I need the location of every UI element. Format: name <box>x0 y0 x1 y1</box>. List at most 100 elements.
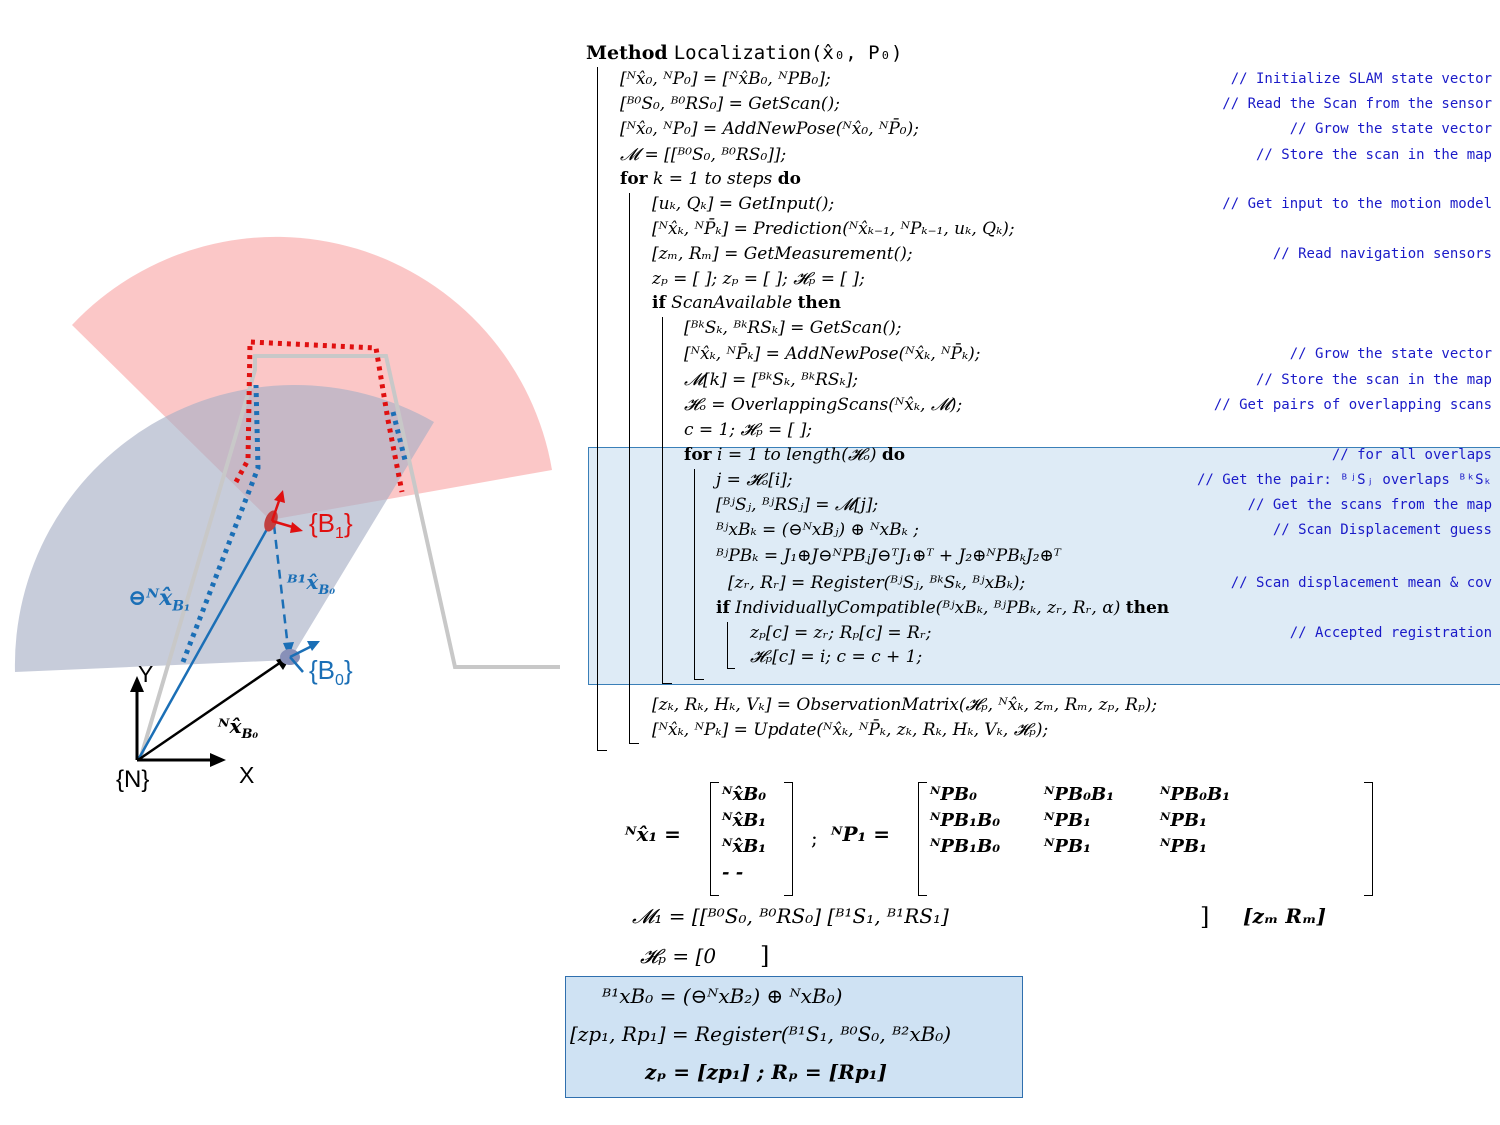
for-k-scope-bar <box>629 193 630 743</box>
keyword: do <box>881 445 906 465</box>
for-i-scope-bar <box>694 469 695 679</box>
for-k-scope-foot <box>629 743 639 744</box>
statement-text: zₚ = [ ]; zₚ = [ ]; 𝓗ₚ = [ ]; <box>652 269 865 289</box>
statement-text: [ᴮ⁰S₀, ᴮ⁰RS₀] = GetScan(); <box>620 94 840 114</box>
statement-text: [zᵣ, Rᵣ] = Register(ᴮʲSⱼ, ᴮᵏSₖ, ᴮʲxBₖ); <box>728 573 1026 593</box>
if-compat-scope-foot <box>727 668 735 669</box>
x1-vector-entry: ᴺx̂B₁ <box>722 836 767 857</box>
blue-fov-sector <box>14 385 435 672</box>
keyword: then <box>797 293 841 313</box>
algorithm-line: 𝓜 = [[ᴮ⁰S₀, ᴮ⁰RS₀]]; <box>620 144 786 166</box>
algorithm-line: for i = 1 to length(𝓗ₒ) do <box>684 444 905 466</box>
algorithm-comment: // Grow the state vector <box>1289 121 1492 137</box>
statement-text: i = 1 to length(𝓗ₒ) <box>711 445 882 465</box>
statement-text: [ᴺx̂ₖ, ᴺPₖ] = Update(ᴺx̂ₖ, ᴺP̄ₖ, zₖ, Rₖ,… <box>652 720 1049 740</box>
x1-p1-separator: ; <box>811 826 818 850</box>
statement-text: [ᴮᵏSₖ, ᴮᵏRSₖ] = GetScan(); <box>684 318 902 338</box>
statement-text: ᴮʲPBₖ = J₁⊕J⊖ᴺPBⱼJ⊖ᵀJ₁⊕ᵀ + J₂⊕ᴺPBₖJ₂⊕ᵀ <box>716 546 1061 566</box>
algorithm-comment: // Read the Scan from the sensor <box>1222 96 1492 112</box>
algorithm-comment: // Scan displacement mean & cov <box>1230 575 1492 591</box>
algorithm-line: [ᴮᵏSₖ, ᴮᵏRSₖ] = GetScan(); <box>684 317 901 339</box>
algorithm-line: [zᵣ, Rᵣ] = Register(ᴮʲSⱼ, ᴮᵏSₖ, ᴮʲxBₖ); <box>728 572 1025 594</box>
algorithm-comment: // Grow the state vector <box>1289 346 1492 362</box>
method-scope-bar <box>597 67 598 750</box>
algorithm-comment: // Get pairs of overlapping scans <box>1213 397 1492 413</box>
statement-text: [uₖ, Qₖ] = GetInput(); <box>652 194 835 214</box>
algorithm-comment: // Store the scan in the map <box>1255 147 1492 163</box>
map-m1-close-bracket: ] <box>1200 903 1210 931</box>
frame-b1-label: {B1} <box>309 508 353 543</box>
algorithm-line: [ᴺx̂ₖ, ᴺPₖ] = Update(ᴺx̂ₖ, ᴺP̄ₖ, zₖ, Rₖ,… <box>652 719 1048 741</box>
statement-text: j = 𝓗ₒ[i]; <box>716 470 793 490</box>
algorithm-line: [ᴺx̂ₖ, ᴺP̄ₖ] = AddNewPose(ᴺx̂ₖ, ᴺP̄ₖ); <box>684 343 981 365</box>
statement-text: k = 1 to steps <box>647 169 778 189</box>
hp-close-bracket: ] <box>760 942 770 970</box>
map-m1-equation: 𝓜₁ = [[ᴮ⁰S₀, ᴮ⁰RS₀] [ᴮ¹S₁, ᴮ¹RS₁] <box>632 904 949 928</box>
keyword: do <box>777 169 801 189</box>
keyword: if <box>716 598 730 618</box>
statement-text: [zₖ, Rₖ, Hₖ, Vₖ] = ObservationMatrix(𝓗ₚ,… <box>652 695 1158 715</box>
algorithm-line: 𝓗ₒ = OverlappingScans(ᴺx̂ₖ, 𝓜); <box>684 394 962 416</box>
frame-n-label: {N} <box>116 766 150 793</box>
algorithm-line: [ᴺx̂ₖ, ᴺP̄ₖ] = Prediction(ᴺx̂ₖ₋₁, ᴺPₖ₋₁,… <box>652 218 1015 240</box>
box-register-equation: [zp₁, Rp₁] = Register(ᴮ¹S₁, ᴮ⁰S₀, ᴮ²xB₀) <box>570 1022 952 1046</box>
vector-inverse-label: ⊖ᴺx̂B₁ <box>128 585 191 615</box>
statement-text: [ᴺx̂₀, ᴺP₀] = [ᴺx̂B₀, ᴺPB₀]; <box>620 69 831 89</box>
p1-matrix-cell: ᴺPB₁B₀ <box>930 836 1001 857</box>
x-axis-label: X <box>239 762 255 788</box>
algorithm-comment: // Get the pair: ᴮʲSⱼ overlaps ᴮᵏSₖ <box>1196 472 1492 488</box>
algorithm-line: [zₖ, Rₖ, Hₖ, Vₖ] = ObservationMatrix(𝓗ₚ,… <box>652 694 1157 716</box>
p1-matrix-cell: ᴺPB₁ <box>1160 810 1207 831</box>
statement-text: 𝓜 = [[ᴮ⁰S₀, ᴮ⁰RS₀]]; <box>620 145 787 165</box>
algorithm-comment: // Read navigation sensors <box>1272 246 1492 262</box>
p1-matrix-cell: ᴺPB₀B₁ <box>1044 784 1115 805</box>
y-axis-label: Y <box>138 661 154 687</box>
if-scan-scope-foot <box>662 683 672 684</box>
for-i-scope-foot <box>694 679 704 680</box>
statement-text: [ᴮʲSⱼ, ᴮʲRSⱼ] = 𝓜[j]; <box>716 495 879 515</box>
x1-vector-entry: ᴺx̂B₁ <box>722 810 767 831</box>
if-compat-scope-bar <box>727 622 728 668</box>
algorithm-comment: // Store the scan in the map <box>1255 372 1492 388</box>
x1-lhs: ᴺx̂₁ = <box>625 822 681 846</box>
algorithm-line: if ScanAvailable then <box>652 292 841 314</box>
p1-matrix-cell: ᴺPB₁B₀ <box>930 810 1001 831</box>
statement-text: [ᴺx̂ₖ, ᴺP̄ₖ] = Prediction(ᴺx̂ₖ₋₁, ᴺPₖ₋₁,… <box>652 219 1015 239</box>
algorithm-line: 𝓗ₚ[c] = i; c = c + 1; <box>750 646 922 668</box>
p1-lhs: ᴺP₁ = <box>831 822 891 846</box>
vector-n-b0-label: ᴺx̂B₀ <box>218 714 259 742</box>
algorithm-line: c = 1; 𝓗ₚ = [ ]; <box>684 419 812 441</box>
algorithm-comment: // Get input to the motion model <box>1222 196 1492 212</box>
p1-matrix-cell: ᴺPB₁ <box>1044 810 1091 831</box>
algorithm-line: [uₖ, Qₖ] = GetInput(); <box>652 193 834 215</box>
algorithm-line: zₚ = [ ]; zₚ = [ ]; 𝓗ₚ = [ ]; <box>652 268 865 290</box>
statement-text: ᴮʲxBₖ = (⊖ᴺxBⱼ) ⊕ ᴺxBₖ ; <box>716 520 919 540</box>
algorithm-header: Method Localization(x̂₀, P₀) <box>586 42 903 64</box>
algorithm-line: ᴮʲPBₖ = J₁⊕J⊖ᴺPBⱼJ⊖ᵀJ₁⊕ᵀ + J₂⊕ᴺPBₖJ₂⊕ᵀ <box>716 545 1061 567</box>
algorithm-comment: // Scan Displacement guess <box>1272 522 1492 538</box>
robot-b0-axis-x-head <box>307 641 320 651</box>
statement-text: [zₘ, Rₘ] = GetMeasurement(); <box>652 244 913 264</box>
algorithm-comment: // Accepted registration <box>1289 625 1492 641</box>
zm-rm-vector: [zₘ Rₘ] <box>1243 904 1327 928</box>
statement-text: 𝓗ₚ[c] = i; c = c + 1; <box>750 647 923 667</box>
p1-matrix-cell: ᴺPB₁ <box>1160 836 1207 857</box>
keyword: for <box>620 169 648 189</box>
statement-text: IndividuallyCompatible(ᴮʲxBₖ, ᴮʲPBₖ, zᵣ,… <box>729 598 1126 618</box>
statement-text: 𝓜[k] = [ᴮᵏSₖ, ᴮᵏRSₖ]; <box>684 370 859 390</box>
p1-matrix-cell: ᴺPB₀ <box>930 784 977 805</box>
x-axis-arrowhead <box>210 753 226 767</box>
algorithm-line: [ᴮʲSⱼ, ᴮʲRSⱼ] = 𝓜[j]; <box>716 494 878 516</box>
keyword: then <box>1125 598 1170 618</box>
algorithm-comment: // Get the scans from the map <box>1247 497 1492 513</box>
algorithm-line: for k = 1 to steps do <box>620 168 801 190</box>
algorithm-line: ᴮʲxBₖ = (⊖ᴺxBⱼ) ⊕ ᴺxBₖ ; <box>716 519 919 541</box>
vector-b1-b0-label: ᴮ¹x̂B₀ <box>287 570 336 598</box>
x1-bracket-left <box>710 782 719 896</box>
p1-bracket-left <box>918 782 927 896</box>
p1-matrix-cell: ᴺPB₀B₁ <box>1160 784 1231 805</box>
box-zp-rp-equation: zₚ = [zp₁] ; Rₚ = [Rp₁] <box>645 1060 887 1084</box>
statement-text: [ᴺx̂ₖ, ᴺP̄ₖ] = AddNewPose(ᴺx̂ₖ, ᴺP̄ₖ); <box>684 344 981 364</box>
vector-N-to-B0 <box>137 658 285 762</box>
p1-matrix-cell: ᴺPB₁ <box>1044 836 1091 857</box>
